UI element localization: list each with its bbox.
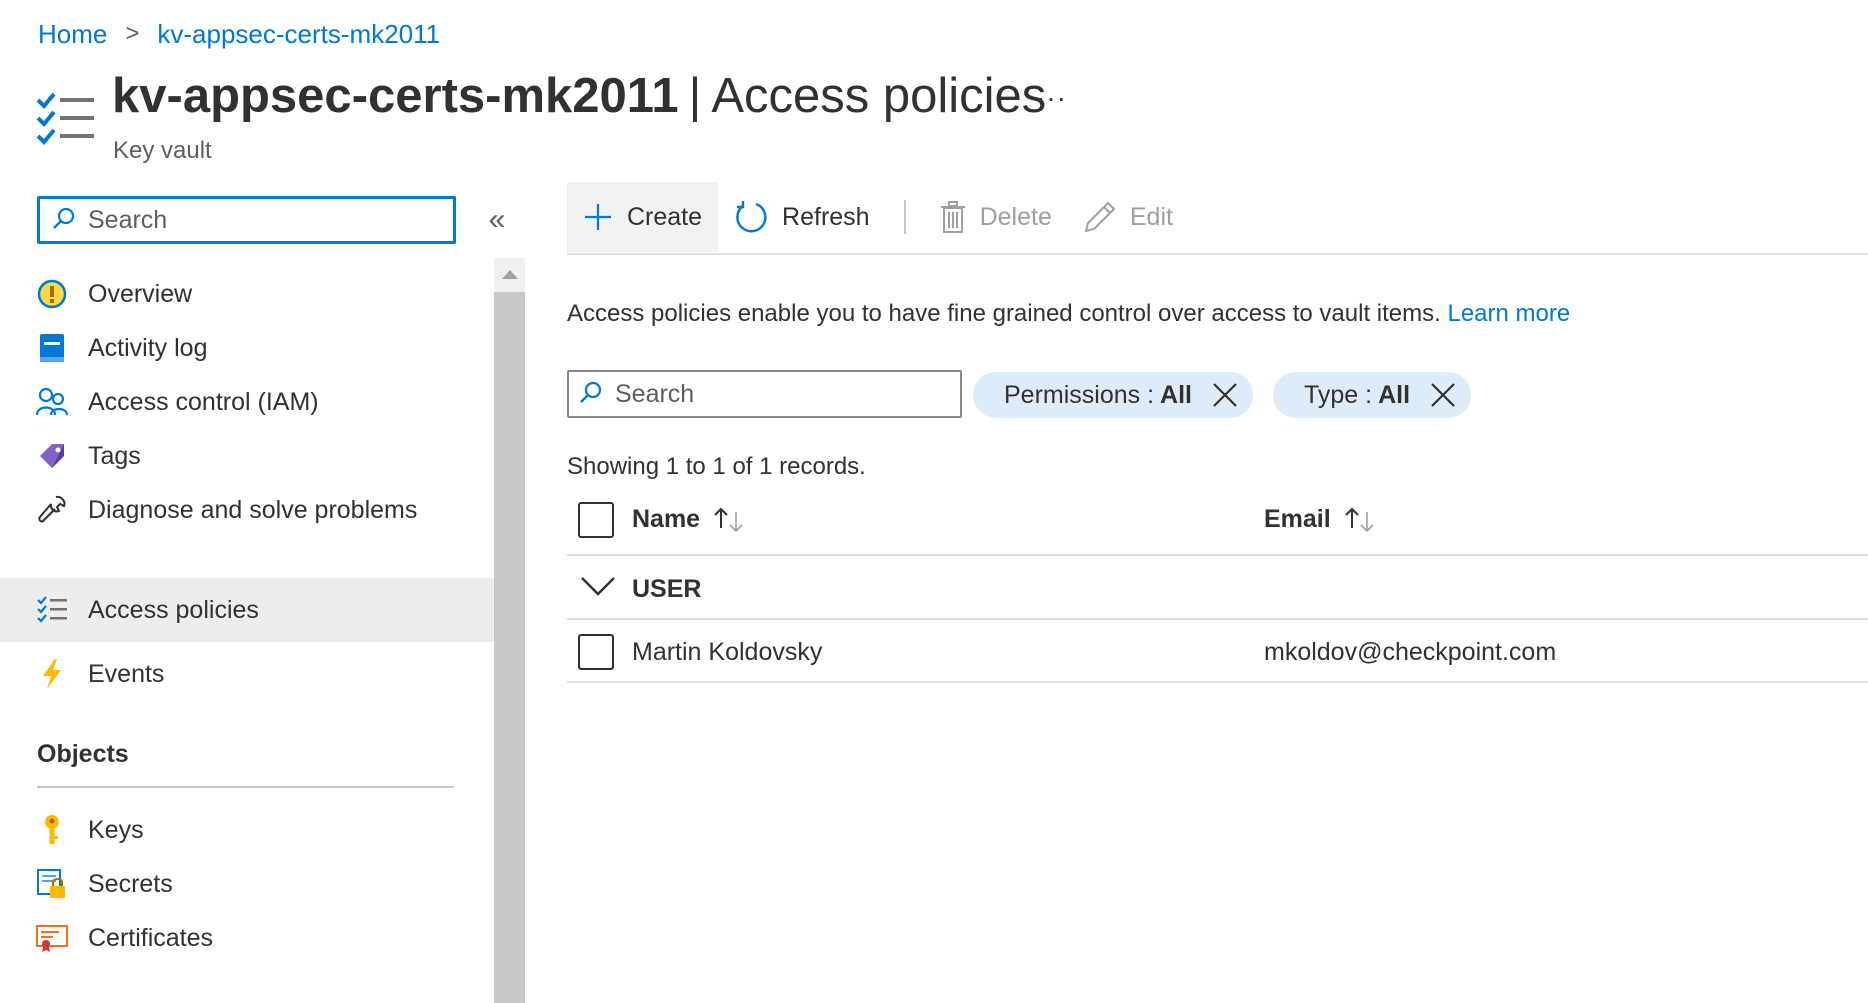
type-filter-pill[interactable]: Type : All	[1273, 372, 1471, 418]
refresh-button-label: Refresh	[782, 202, 870, 231]
select-all-checkbox[interactable]	[578, 502, 614, 538]
sidebar-item-access-policies[interactable]: Access policies	[0, 578, 494, 642]
title-divider: |	[688, 69, 702, 123]
delete-button[interactable]: Delete	[924, 182, 1068, 252]
edit-button-label: Edit	[1129, 202, 1173, 231]
breadcrumb-separator: >	[125, 20, 140, 47]
column-header-name-label: Name	[632, 505, 701, 533]
policy-search-box[interactable]	[567, 370, 962, 418]
scroll-up-arrow-icon	[502, 270, 518, 279]
create-button-label: Create	[627, 202, 703, 231]
secret-icon	[36, 868, 68, 900]
type-filter-value: All	[1378, 380, 1411, 409]
access-policies-icon	[36, 92, 96, 146]
table-row-divider	[567, 681, 1868, 683]
resource-name: kv-appsec-certs-mk2011	[112, 69, 679, 123]
chevron-down-icon[interactable]	[580, 574, 616, 600]
sidebar-item-label: Tags	[88, 441, 141, 470]
permissions-filter-pill[interactable]: Permissions : All	[973, 372, 1253, 418]
activity-log-icon	[36, 332, 68, 364]
overview-icon	[36, 278, 68, 310]
objects-section-heading: Objects	[37, 740, 129, 768]
sidebar-scrollbar[interactable]	[494, 258, 525, 1003]
group-row-divider	[567, 618, 1868, 620]
description-text: Access policies enable you to have fine …	[567, 300, 1441, 327]
search-icon	[52, 206, 76, 235]
column-header-email-label: Email	[1264, 505, 1331, 533]
page-title: kv-appsec-certs-mk2011 | Access policies	[112, 68, 1046, 124]
permissions-filter-value: All	[1160, 380, 1192, 409]
checklist-icon	[36, 594, 68, 626]
permissions-filter-label: Permissions :	[1004, 380, 1155, 409]
breadcrumb-current-link[interactable]: kv-appsec-certs-mk2011	[157, 19, 440, 50]
pencil-icon	[1084, 201, 1116, 233]
records-count: Showing 1 to 1 of 1 records.	[567, 453, 866, 480]
toolbar-separator	[903, 200, 906, 234]
sort-icon[interactable]	[1343, 506, 1377, 534]
page-subtitle: Key vault	[113, 137, 212, 164]
cell-email: mkoldov@checkpoint.com	[1264, 638, 1557, 666]
delete-button-label: Delete	[979, 202, 1052, 231]
close-icon[interactable]	[1430, 382, 1456, 408]
collapse-sidebar-button[interactable]: «	[482, 203, 512, 237]
breadcrumb: Home > kv-appsec-certs-mk2011	[38, 14, 440, 54]
learn-more-link[interactable]: Learn more	[1447, 300, 1570, 327]
sort-icon[interactable]	[712, 506, 746, 534]
wrench-icon	[36, 494, 68, 526]
group-header-user: USER	[632, 575, 702, 603]
sidebar-item-label: Activity log	[88, 333, 208, 362]
sidebar-item-certificates[interactable]: Certificates	[0, 906, 494, 970]
column-header-name[interactable]: Name	[632, 505, 746, 534]
sidebar-item-label: Events	[88, 659, 165, 688]
scrollbar-up-button[interactable]	[494, 258, 525, 292]
more-options-button[interactable]: ···	[1036, 82, 1067, 114]
edit-button[interactable]: Edit	[1068, 182, 1189, 252]
create-button[interactable]: Create	[567, 182, 719, 252]
refresh-icon	[734, 200, 768, 234]
trash-icon	[940, 201, 966, 233]
sidebar-item-label: Access policies	[88, 595, 259, 624]
sidebar-item-label: Diagnose and solve problems	[88, 495, 418, 524]
column-header-email[interactable]: Email	[1264, 505, 1377, 534]
certificate-icon	[36, 922, 68, 954]
tag-icon	[36, 440, 68, 472]
close-icon[interactable]	[1212, 382, 1238, 408]
command-bar: Create Refresh Delete Edit	[567, 182, 1189, 252]
sidebar-item-events[interactable]: Events	[0, 642, 494, 706]
sidebar-search-box[interactable]	[37, 196, 456, 244]
sidebar-item-label: Overview	[88, 279, 193, 308]
blade-name: Access policies	[711, 69, 1047, 123]
search-icon	[579, 380, 603, 409]
row-checkbox[interactable]	[578, 634, 614, 670]
page-description: Access policies enable you to have fine …	[567, 300, 1570, 328]
toolbar-divider	[567, 253, 1868, 255]
objects-divider	[37, 786, 454, 788]
breadcrumb-home-link[interactable]: Home	[38, 19, 107, 50]
policy-search-input[interactable]	[615, 379, 945, 409]
plus-icon	[583, 202, 613, 232]
sidebar-item-label: Certificates	[88, 923, 214, 952]
sidebar-item-diagnose[interactable]: Diagnose and solve problems	[0, 478, 494, 542]
iam-icon	[36, 386, 68, 418]
key-icon	[36, 814, 68, 846]
sidebar-item-label: Secrets	[88, 869, 173, 898]
type-filter-label: Type :	[1304, 380, 1373, 409]
refresh-button[interactable]: Refresh	[718, 182, 886, 252]
sidebar-search-input[interactable]	[88, 205, 428, 235]
header-row-divider	[567, 554, 1868, 556]
lightning-icon	[36, 658, 68, 690]
sidebar-item-label: Access control (IAM)	[88, 387, 319, 416]
cell-name[interactable]: Martin Koldovsky	[632, 638, 822, 667]
sidebar-item-label: Keys	[88, 815, 144, 844]
